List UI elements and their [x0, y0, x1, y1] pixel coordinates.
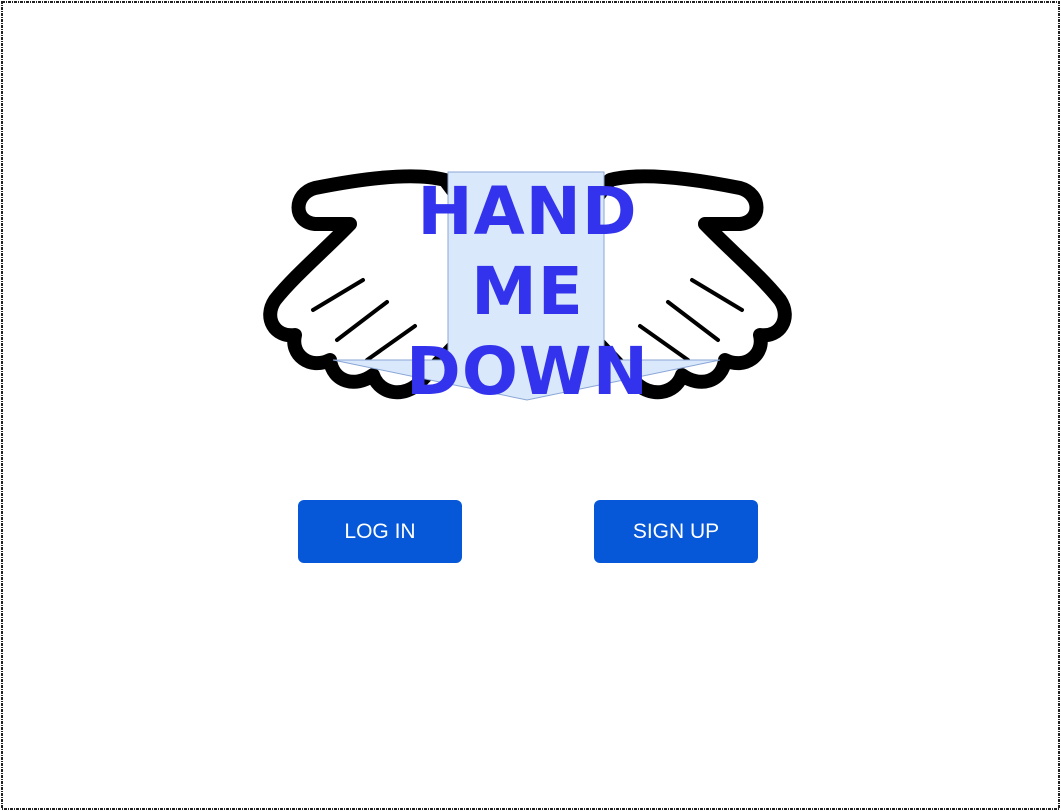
logo-title: HAND ME DOWN — [255, 172, 800, 412]
logo-line-down: DOWN — [406, 333, 649, 410]
signup-button[interactable]: SIGN UP — [594, 500, 758, 563]
logo: HAND ME DOWN — [255, 160, 800, 420]
logo-line-me: ME — [471, 253, 584, 330]
logo-line-hand: HAND — [417, 173, 638, 250]
login-button[interactable]: LOG IN — [298, 500, 462, 563]
app-window: HAND ME DOWN LOG IN SIGN UP — [0, 0, 1061, 811]
